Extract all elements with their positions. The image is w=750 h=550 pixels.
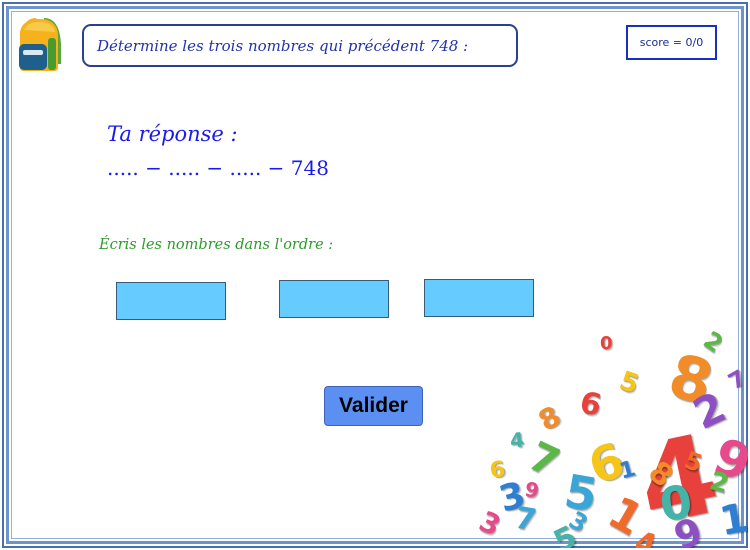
instruction-text: Détermine les trois nombres qui précéden… (97, 36, 469, 55)
decorative-number: 9 (523, 476, 541, 504)
decorative-number: 4 (508, 427, 525, 453)
decorative-number: 7 (512, 500, 539, 539)
backpack-icon (19, 18, 61, 71)
answer-input-1[interactable] (116, 282, 226, 320)
decorative-number: 2 (698, 330, 729, 359)
answer-input-3[interactable] (424, 279, 534, 317)
exercise-page: Détermine les trois nombres qui précéden… (0, 0, 750, 550)
decorative-number: 6 (576, 385, 605, 424)
decorative-number: 3 (474, 504, 506, 543)
decorative-number: 8 (532, 399, 567, 438)
answer-input-2[interactable] (279, 280, 389, 318)
decorative-number: 6 (487, 456, 508, 485)
answer-title: Ta réponse : (107, 122, 238, 146)
answer-pattern: ..... − ..... − ..... − 748 (107, 156, 329, 180)
decorative-number: 7 (724, 365, 748, 396)
numbers-decoration: 486752931068527931450862379154 (470, 330, 748, 548)
instruction-box: Détermine les trois nombres qui précéden… (82, 24, 518, 67)
score-box: score = 0/0 (626, 25, 717, 60)
validate-button[interactable]: Valider (324, 386, 423, 426)
decorative-number: 5 (615, 365, 643, 401)
decorative-number: 0 (600, 333, 613, 354)
decorative-number: 4 (630, 524, 661, 548)
score-label: score = 0/0 (639, 36, 704, 49)
order-instruction: Écris les nombres dans l'ordre : (99, 237, 334, 253)
